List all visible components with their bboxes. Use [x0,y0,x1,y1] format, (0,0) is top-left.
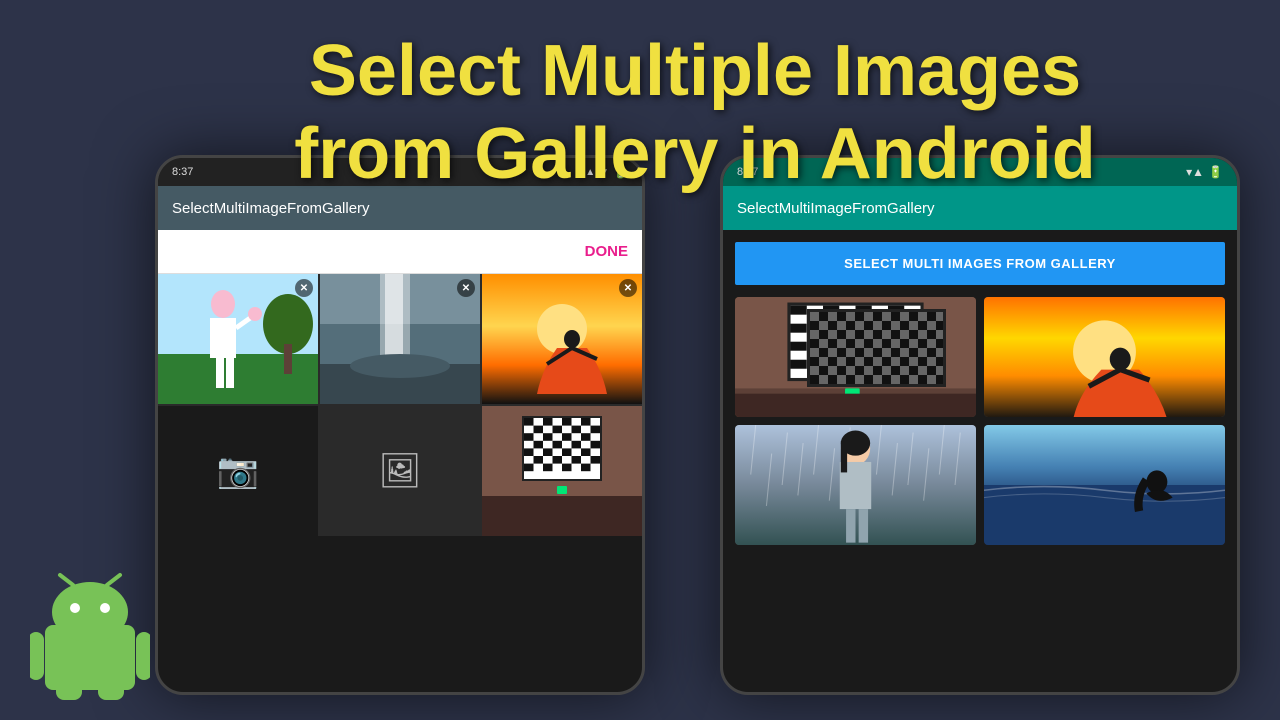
gallery-icon: 🖼 [378,451,421,491]
grid-cell-sunset-dancer[interactable]: ✕ [482,274,642,404]
phone-right: 8:37 ▾▲ 🔋 SelectMultiImageFromGallery SE… [720,155,1240,695]
done-button[interactable]: DONE [585,243,628,260]
remove-btn-2[interactable]: ✕ [457,279,475,297]
img-cell-sea[interactable] [984,425,1225,545]
grid-cell-room[interactable] [482,406,642,536]
grid-cell-camera[interactable]: 📷 [158,406,318,536]
img-sunset-dancer [482,274,642,404]
picker-bar: DONE [158,230,642,274]
camera-icon: 📷 [217,451,259,491]
phone-left: 8:37 ▲ ▼ 🔋 SelectMultiImageFromGallery D… [155,155,645,695]
img-cell-sunset2[interactable] [984,297,1225,417]
remove-btn-1[interactable]: ✕ [295,279,313,297]
image-grid-right [723,297,1237,545]
grid-cell-gallery[interactable]: 🖼 [320,406,480,536]
image-grid-left: ✕ ✕ [158,274,642,536]
img-cell-chess-room[interactable] [735,297,976,417]
grid-cell-girl-white[interactable]: ✕ [158,274,318,404]
img-cell-girl-rain[interactable] [735,425,976,545]
img-girl-white [158,274,318,404]
page-title: Select Multiple Images from Gallery in A… [160,30,1230,196]
select-multi-button[interactable]: SELECT MULTI IMAGES FROM GALLERY [735,242,1225,285]
img-waterfall [320,274,480,404]
remove-btn-3[interactable]: ✕ [619,279,637,297]
android-logo [30,570,150,690]
grid-cell-waterfall[interactable]: ✕ [320,274,480,404]
